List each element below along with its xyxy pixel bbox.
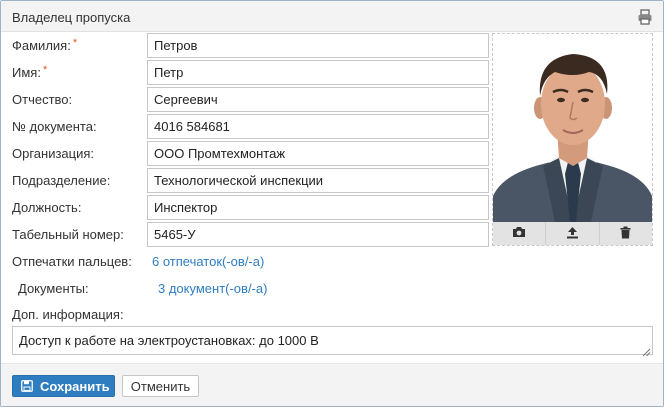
label-position: Должность: bbox=[12, 200, 82, 215]
notes-textarea[interactable]: Доступ к работе на электроустановках: до… bbox=[12, 326, 653, 357]
photo-toolbar bbox=[493, 222, 652, 245]
required-marker: * bbox=[42, 64, 48, 76]
firstname-input[interactable]: Петр bbox=[147, 60, 489, 85]
label-documents: Документы: bbox=[18, 281, 89, 296]
notes-text: Доступ к работе на электроустановках: до… bbox=[19, 333, 319, 348]
document-number-input[interactable]: 4016 584681 bbox=[147, 114, 489, 139]
label-notes: Доп. информация: bbox=[12, 307, 124, 322]
label-fingerprints: Отпечатки пальцев: bbox=[12, 254, 132, 269]
take-photo-button[interactable] bbox=[493, 222, 547, 245]
portrait-image bbox=[493, 54, 652, 222]
label-document-number: № документа: bbox=[12, 119, 97, 134]
panel-footer: Сохранить Отменить bbox=[1, 363, 663, 406]
upload-photo-button[interactable] bbox=[546, 222, 600, 245]
middlename-input[interactable]: Сергеевич bbox=[147, 87, 489, 112]
fingerprints-link[interactable]: 6 отпечаток(-ов/-а) bbox=[152, 254, 264, 270]
upload-icon bbox=[566, 226, 579, 242]
camera-icon bbox=[512, 226, 526, 241]
cancel-button[interactable]: Отменить bbox=[122, 375, 199, 397]
label-lastname: Фамилия: * bbox=[12, 37, 78, 53]
employee-number-input[interactable]: 5465-У bbox=[147, 222, 489, 247]
panel-title: Владелец пропуска bbox=[12, 10, 131, 25]
owner-photo bbox=[493, 34, 652, 222]
resize-grip-icon[interactable] bbox=[642, 344, 651, 357]
organization-input[interactable]: ООО Промтехмонтаж bbox=[147, 141, 489, 166]
label-firstname: Имя: * bbox=[12, 64, 48, 80]
documents-link[interactable]: 3 документ(-ов/-а) bbox=[158, 281, 267, 297]
trash-icon bbox=[620, 226, 631, 242]
panel-header: Владелец пропуска bbox=[1, 1, 663, 32]
lastname-input[interactable]: Петров bbox=[147, 33, 489, 58]
save-button-label: Сохранить bbox=[40, 378, 110, 394]
required-marker: * bbox=[72, 37, 78, 49]
delete-photo-button[interactable] bbox=[600, 222, 652, 245]
position-input[interactable]: Инспектор bbox=[147, 195, 489, 220]
department-input[interactable]: Технологической инспекции bbox=[147, 168, 489, 193]
label-organization: Организация: bbox=[12, 146, 95, 161]
floppy-disk-icon bbox=[21, 380, 33, 392]
pass-owner-panel: Владелец пропуска Фамилия: * Петров Имя: *… bbox=[0, 0, 664, 407]
label-department: Подразделение: bbox=[12, 173, 111, 188]
photo-panel bbox=[492, 33, 653, 246]
label-middlename: Отчество: bbox=[12, 92, 73, 107]
print-icon[interactable] bbox=[637, 9, 653, 25]
save-button[interactable]: Сохранить bbox=[12, 375, 115, 397]
label-employee-number: Табельный номер: bbox=[12, 227, 124, 242]
